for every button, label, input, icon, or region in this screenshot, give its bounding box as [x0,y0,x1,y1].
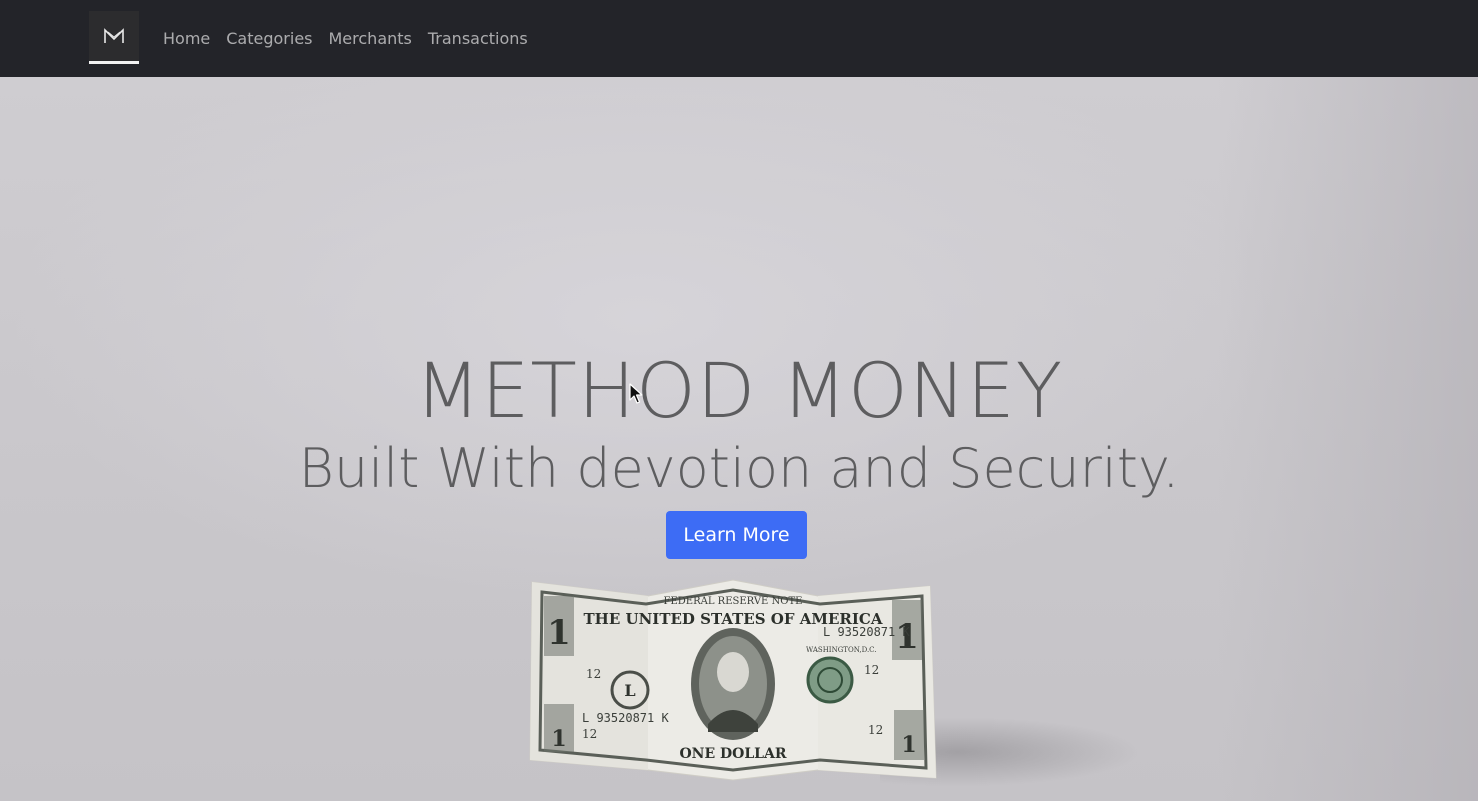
bill-city: WASHINGTON,D.C. [806,646,877,654]
bill-top-text: FEDERAL RESERVE NOTE [664,596,803,607]
bill-corner-1-bottom: 1 [551,726,566,752]
one-dollar-bill-icon: 1 1 1 1 FEDERAL RESERVE NOTE THE UNITED … [529,579,937,781]
bill-corner-1: 1 [547,613,571,653]
bill-twelve-bottom-right: 12 [868,723,883,737]
bill-corner-1-bottom-right: 1 [901,732,916,758]
nav-links: Home Categories Merchants Transactions [155,0,536,77]
bill-twelve-right: 12 [864,663,879,677]
top-navbar: Home Categories Merchants Transactions [0,0,1478,77]
mouse-cursor-icon [629,383,643,404]
bill-letter: L [624,681,635,700]
nav-merchants-link[interactable]: Merchants [321,29,420,48]
bill-denomination: ONE DOLLAR [679,746,786,762]
hero-subtitle: Built With devotion and Security. [298,437,1180,500]
learn-more-button[interactable]: Learn More [666,511,807,559]
nav-categories-link[interactable]: Categories [218,29,320,48]
bill-serial-bottom: L 93520871 K [582,711,669,725]
method-money-logo-icon [104,28,124,43]
nav-home-link[interactable]: Home [155,29,218,48]
bill-twelve-left: 12 [586,667,601,681]
nav-transactions-link[interactable]: Transactions [420,29,536,48]
bill-twelve-bottom-left: 12 [582,727,597,741]
bill-serial-top: L 93520871 K [823,625,910,639]
hero-title: METHOD MONEY [414,346,1064,435]
hero-section: METHOD MONEY Built With devotion and Sec… [0,77,1478,801]
brand-logo[interactable] [89,11,139,64]
